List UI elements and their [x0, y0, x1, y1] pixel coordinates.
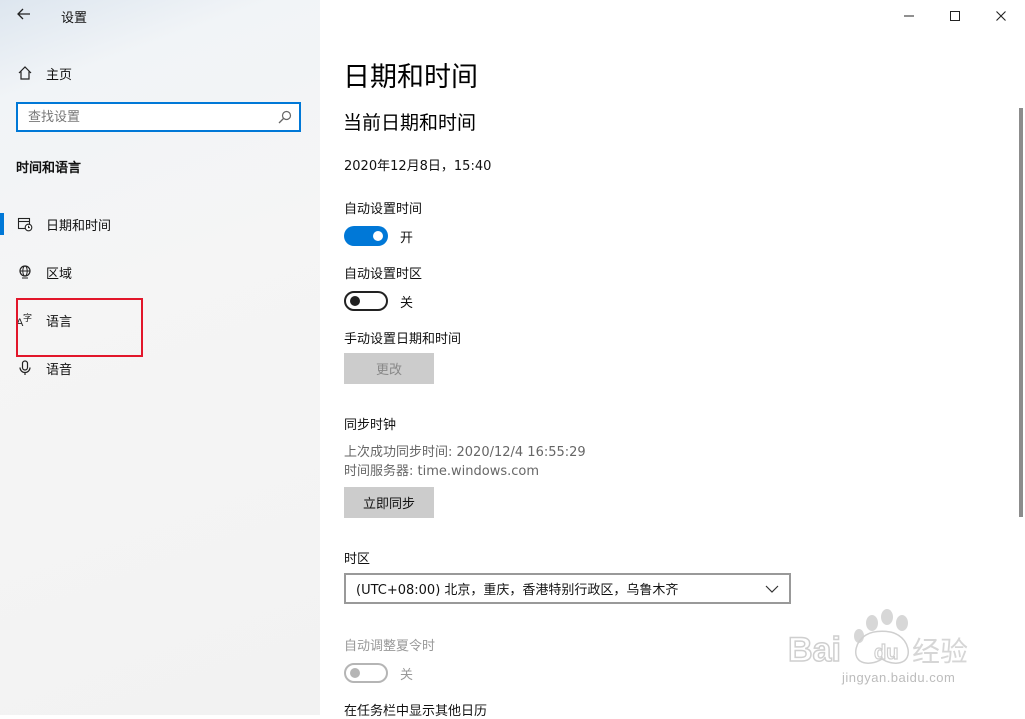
sync-heading: 同步时钟 [344, 418, 397, 433]
scrollbar[interactable] [1019, 108, 1023, 517]
back-arrow-icon[interactable] [14, 6, 34, 26]
close-icon [996, 11, 1006, 21]
auto-timezone-toggle-row[interactable]: 关 [344, 290, 413, 312]
svg-text:du: du [874, 642, 898, 664]
auto-timezone-state: 关 [400, 295, 414, 311]
auto-time-toggle-row[interactable]: 开 [344, 225, 413, 247]
auto-timezone-toggle[interactable] [344, 291, 388, 311]
annotation-highlight-box [16, 298, 143, 357]
page-title: 日期和时间 [343, 62, 478, 93]
dst-toggle[interactable] [344, 663, 388, 683]
microphone-icon [16, 359, 34, 377]
selected-indicator [0, 213, 4, 235]
search-box[interactable] [16, 102, 301, 132]
search-icon[interactable] [277, 109, 293, 125]
app-title: 设置 [61, 11, 88, 26]
manual-datetime-label: 手动设置日期和时间 [344, 332, 462, 347]
sync-now-button[interactable]: 立即同步 [344, 487, 434, 518]
sidebar-item-region[interactable]: 区域 [16, 260, 72, 284]
nav-home[interactable]: 主页 [16, 62, 72, 84]
sidebar-item-label: 语音 [46, 362, 73, 378]
timezone-label: 时区 [344, 552, 371, 567]
auto-time-state: 开 [400, 230, 414, 246]
chevron-down-icon [765, 583, 779, 598]
minimize-icon [904, 15, 914, 17]
timezone-select[interactable]: (UTC+08:00) 北京，重庆，香港特别行政区，乌鲁木齐 [344, 573, 791, 604]
dst-label: 自动调整夏令时 [344, 639, 436, 654]
sidebar-item-speech[interactable]: 语音 [16, 356, 72, 380]
search-input[interactable] [18, 104, 278, 130]
dst-state: 关 [400, 667, 414, 683]
time-server-text: 时间服务器: time.windows.com [344, 464, 540, 479]
auto-time-toggle[interactable] [344, 226, 388, 246]
close-button[interactable] [978, 2, 1024, 30]
sidebar-item-label: 区域 [46, 266, 73, 282]
dst-toggle-row[interactable]: 关 [344, 662, 413, 684]
maximize-button[interactable] [932, 2, 978, 30]
sidebar-item-datetime[interactable]: 日期和时间 [16, 212, 111, 236]
svg-text:经验: 经验 [912, 635, 968, 668]
toggle-knob [350, 296, 360, 306]
change-button[interactable]: 更改 [344, 353, 434, 384]
taskbar-calendar-label: 在任务栏中显示其他日历 [344, 704, 488, 719]
current-datetime-value: 2020年12月8日，15:40 [344, 159, 492, 174]
calendar-clock-icon [16, 215, 34, 233]
current-datetime-heading: 当前日期和时间 [343, 112, 477, 134]
last-sync-text: 上次成功同步时间: 2020/12/4 16:55:29 [344, 445, 586, 460]
svg-text:Bai: Bai [788, 631, 841, 669]
timezone-value: (UTC+08:00) 北京，重庆，香港特别行政区，乌鲁木齐 [356, 583, 679, 598]
sidebar: 设置 主页 时间和语言 日期和时间 区域 A字 语言 语音 [0, 0, 320, 715]
sidebar-item-label: 日期和时间 [46, 218, 112, 234]
section-title: 时间和语言 [16, 161, 82, 176]
minimize-button[interactable] [886, 2, 932, 30]
home-icon [16, 64, 34, 82]
toggle-knob [373, 231, 383, 241]
nav-home-label: 主页 [46, 67, 73, 83]
maximize-icon [950, 11, 960, 21]
watermark-url: jingyan.baidu.com [842, 670, 956, 685]
auto-timezone-label: 自动设置时区 [344, 267, 423, 282]
toggle-knob [350, 668, 360, 678]
globe-icon [16, 263, 34, 281]
auto-time-label: 自动设置时间 [344, 202, 423, 217]
